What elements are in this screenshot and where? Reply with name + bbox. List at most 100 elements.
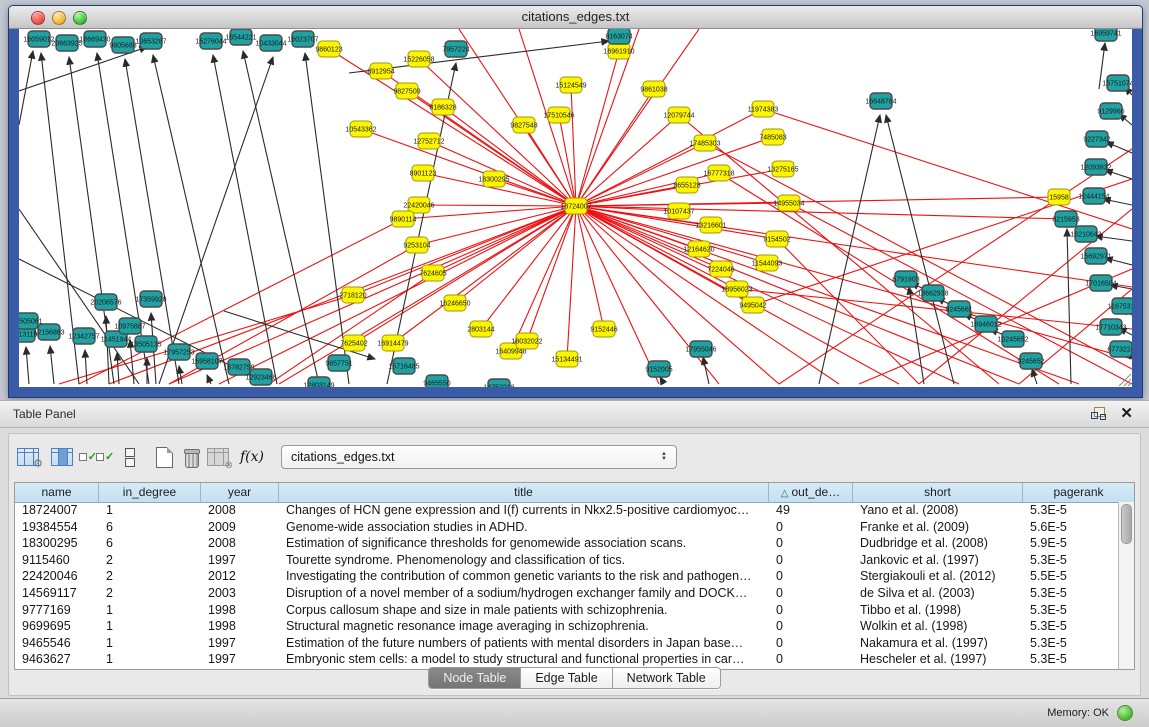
node[interactable]: 17710343	[1095, 319, 1126, 335]
selected-node[interactable]: 13216601	[695, 217, 726, 233]
edge[interactable]	[660, 377, 664, 384]
selected-node[interactable]: 9861038	[640, 81, 667, 97]
selected-node[interactable]: 15226058	[403, 51, 434, 67]
selected-edge[interactable]	[576, 206, 1079, 384]
node[interactable]: 9152005	[645, 361, 672, 377]
edge[interactable]	[305, 53, 349, 384]
selected-node[interactable]: 12752712	[413, 133, 444, 149]
node[interactable]: 10245652	[997, 331, 1028, 347]
column-header-year[interactable]: year	[201, 483, 279, 502]
edge[interactable]	[50, 346, 54, 384]
selected-node[interactable]: 11974383	[748, 101, 779, 117]
node[interactable]: 16648784	[865, 93, 896, 109]
selected-node[interactable]: 8655128	[673, 177, 700, 193]
float-panel-icon[interactable]	[1091, 407, 1105, 420]
edge[interactable]	[85, 350, 87, 384]
resize-handle-icon[interactable]	[1115, 370, 1131, 386]
tab-node-table[interactable]: Node Table	[429, 668, 521, 688]
node[interactable]: 18669430	[79, 31, 110, 47]
table-row[interactable]: 969969511998Structural magnetic resonanc…	[15, 618, 1119, 635]
selected-node[interactable]: 10107437	[663, 203, 694, 219]
node[interactable]: 9227342	[1083, 131, 1110, 147]
selected-edge[interactable]	[576, 51, 619, 206]
selected-node[interactable]: 9152446	[590, 321, 617, 337]
node[interactable]: 14752218	[483, 379, 514, 387]
node[interactable]: 20663925	[51, 35, 82, 51]
selected-node[interactable]: 12079744	[663, 107, 694, 123]
node[interactable]: 12156863	[33, 324, 64, 340]
selected-node[interactable]: 11544093	[752, 255, 783, 271]
selected-node[interactable]: 9890114	[390, 211, 417, 227]
selected-node[interactable]: 18032022	[511, 333, 542, 349]
edge[interactable]	[153, 55, 229, 384]
selected-node[interactable]: 14955034	[773, 195, 804, 211]
node[interactable]: 17359928	[135, 291, 166, 307]
node[interactable]: 8163074	[605, 29, 632, 44]
node[interactable]: 9129966	[1097, 103, 1124, 119]
node[interactable]: 15751074	[1102, 75, 1132, 91]
tab-edge-table[interactable]: Edge Table	[521, 668, 612, 688]
column-header-short[interactable]: short	[853, 483, 1023, 502]
selected-node[interactable]: 2718120	[339, 287, 366, 303]
node[interactable]: 13505135	[130, 336, 161, 352]
node[interactable]: 16023707	[287, 31, 318, 47]
node[interactable]: 8215953	[1052, 211, 1079, 227]
table-row[interactable]: 1830029562008Estimation of significance …	[15, 535, 1119, 552]
close-panel-icon[interactable]: ✕	[1120, 404, 1133, 422]
selected-node[interactable]: 7625402	[340, 335, 367, 351]
selected-node[interactable]: 9860123	[315, 41, 342, 57]
node[interactable]: 16958107	[191, 353, 222, 369]
network-canvas[interactable]: 1872400718300295986012389129541522605898…	[19, 29, 1132, 387]
table-row[interactable]: 1938455462009Genome-wide association stu…	[15, 519, 1119, 536]
selected-edge[interactable]	[719, 173, 1059, 384]
selected-node[interactable]: 15958	[1048, 189, 1070, 205]
selected-node[interactable]: 9827548	[510, 117, 537, 133]
table-row[interactable]: 1456911722003Disruption of a novel membe…	[15, 585, 1119, 602]
node[interactable]: 16210643	[1070, 226, 1101, 242]
selected-node[interactable]: 9827509	[393, 83, 420, 99]
node[interactable]: 10653287	[135, 33, 166, 49]
node[interactable]: 12923468	[245, 369, 276, 385]
node[interactable]: 10433044	[255, 35, 286, 51]
node[interactable]: 10975887	[114, 318, 145, 334]
node[interactable]: 9857751	[325, 355, 352, 371]
vertical-scrollbar[interactable]	[1118, 502, 1134, 669]
select-rows-icon[interactable]: ✓✓	[81, 444, 111, 470]
selected-node[interactable]: 12164620	[683, 241, 714, 257]
column-header-name[interactable]: name	[15, 483, 99, 502]
edge[interactable]	[243, 51, 319, 384]
node[interactable]: 12342757	[68, 328, 99, 344]
node[interactable]: 15276044	[195, 33, 226, 49]
selected-edge[interactable]	[576, 197, 1059, 206]
node[interactable]: 9465550	[423, 375, 450, 387]
node[interactable]: 12444154	[1078, 188, 1109, 204]
selected-edge[interactable]	[279, 206, 576, 384]
edge[interactable]	[117, 353, 119, 384]
function-builder-icon[interactable]: f(x)	[237, 444, 267, 470]
node[interactable]: 18544221	[225, 29, 256, 45]
node[interactable]: 9245652	[1017, 353, 1044, 369]
merge-rows-icon[interactable]	[115, 444, 145, 470]
selected-node[interactable]: 17510546	[543, 107, 574, 123]
node[interactable]: 12803149	[303, 377, 334, 387]
selected-node[interactable]: 2803144	[467, 321, 494, 337]
selected-edge[interactable]	[576, 206, 721, 269]
selected-node[interactable]: 18724007	[560, 198, 591, 214]
table-settings-icon[interactable]: ⚙	[13, 444, 43, 470]
table-row[interactable]: 977716911998Corpus callosum shape and si…	[15, 602, 1119, 619]
selected-node[interactable]: 16961910	[603, 43, 634, 59]
node[interactable]: 16946012	[970, 316, 1001, 332]
show-column-icon[interactable]	[47, 444, 77, 470]
node[interactable]: 17955046	[685, 341, 716, 357]
edge[interactable]	[19, 51, 33, 125]
selected-edge[interactable]	[576, 206, 659, 384]
selected-node[interactable]: 7624605	[419, 265, 446, 281]
selected-node[interactable]: 9154502	[763, 231, 790, 247]
selected-edge[interactable]	[779, 149, 1132, 384]
edge[interactable]	[106, 316, 109, 384]
selected-node[interactable]: 16777318	[703, 165, 734, 181]
table-row[interactable]: 1872400712008Changes of HCN gene express…	[15, 502, 1119, 519]
node[interactable]: 12093832	[1080, 159, 1111, 175]
selected-node[interactable]: 10543362	[345, 121, 376, 137]
table-row[interactable]: 2242004622012Investigating the contribut…	[15, 568, 1119, 585]
